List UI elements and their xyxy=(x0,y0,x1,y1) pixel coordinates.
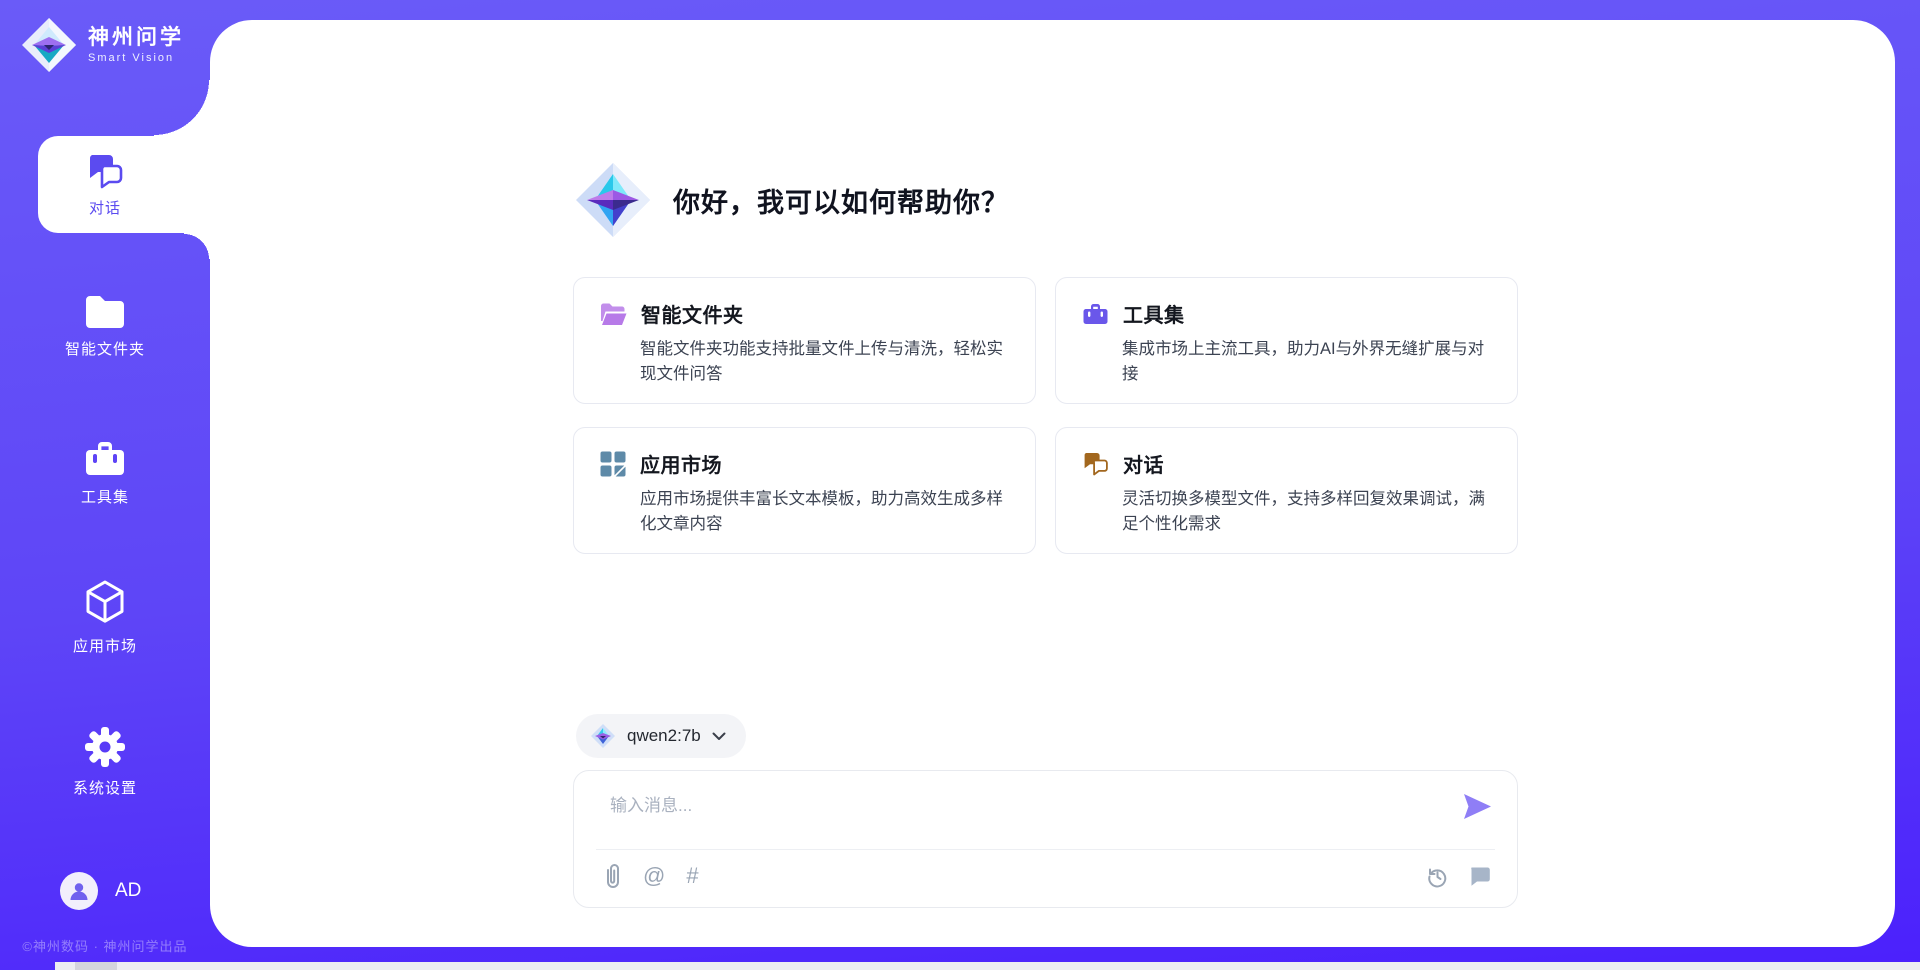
sidebar-item-label: 智能文件夹 xyxy=(65,338,145,359)
app-window: 神州问学 Smart Vision 对话 智能文件夹 工具集 xyxy=(0,0,1920,970)
composer-divider xyxy=(596,849,1495,850)
card-description: 智能文件夹功能支持批量文件上传与清洗，轻松实现文件问答 xyxy=(640,337,1013,387)
tab-fillet-bottom xyxy=(184,233,210,259)
composer-right-tools xyxy=(1426,865,1491,888)
feature-card-chat[interactable]: 对话 灵活切换多模型文件，支持多样回复效果调试，满足个性化需求 xyxy=(1055,427,1518,554)
card-title: 智能文件夹 xyxy=(641,299,744,328)
message-input[interactable] xyxy=(608,787,1452,825)
folder-open-icon xyxy=(600,302,627,326)
gear-icon xyxy=(82,724,128,770)
sidebar-item-label: 工具集 xyxy=(81,486,129,507)
brand-name: 神州问学 xyxy=(88,26,184,49)
scrollbar-thumb[interactable] xyxy=(75,962,117,970)
chat-bubbles-icon xyxy=(1082,451,1109,476)
greeting-title: 你好，我可以如何帮助你？ xyxy=(673,181,1009,220)
sidebar-item-app-market[interactable]: 应用市场 xyxy=(0,578,210,656)
greeting: 你好，我可以如何帮助你？ xyxy=(573,160,1009,240)
model-diamond-icon xyxy=(590,723,616,749)
main-content: 你好，我可以如何帮助你？ 智能文件夹 智能文件夹功能支持批量文件上传与清洗，轻松… xyxy=(210,20,1895,947)
brand-logo: 神州问学 Smart Vision xyxy=(20,16,184,74)
sidebar-item-label: 对话 xyxy=(89,197,121,218)
mention-icon[interactable]: @ xyxy=(643,865,665,887)
user-avatar-icon xyxy=(67,879,91,903)
composer-left-tools: @ # xyxy=(604,863,699,889)
model-name: qwen2:7b xyxy=(627,726,701,746)
brand-text: 神州问学 Smart Vision xyxy=(88,26,184,64)
user-initials: AD xyxy=(115,880,141,902)
sidebar-item-toolset[interactable]: 工具集 xyxy=(0,437,210,507)
conversation-icon xyxy=(1468,866,1491,887)
history-button[interactable] xyxy=(1426,865,1449,888)
feature-card-app-market[interactable]: 应用市场 应用市场提供丰富长文本模板，助力高效生成多样化文章内容 xyxy=(573,427,1036,554)
attachment-icon xyxy=(604,863,622,889)
sidebar-footer: ©神州数码 · 神州问学出品 xyxy=(0,936,210,955)
greeting-diamond-icon xyxy=(573,160,653,240)
feature-card-toolset[interactable]: 工具集 集成市场上主流工具，助力AI与外界无缝扩展与对接 xyxy=(1055,277,1518,404)
brand-subtitle: Smart Vision xyxy=(88,52,184,64)
horizontal-scrollbar[interactable] xyxy=(55,962,1920,970)
feature-card-smart-folder[interactable]: 智能文件夹 智能文件夹功能支持批量文件上传与清洗，轻松实现文件问答 xyxy=(573,277,1036,404)
sidebar-item-label: 应用市场 xyxy=(73,635,137,656)
brand-diamond-icon xyxy=(20,16,78,74)
card-description: 灵活切换多模型文件，支持多样回复效果调试，满足个性化需求 xyxy=(1122,487,1495,537)
card-description: 应用市场提供丰富长文本模板，助力高效生成多样化文章内容 xyxy=(640,487,1013,537)
composer: @ # xyxy=(573,770,1518,908)
card-title: 对话 xyxy=(1123,449,1164,478)
grid-icon xyxy=(600,451,626,477)
avatar xyxy=(60,872,98,910)
toolbox-icon xyxy=(1082,301,1109,326)
sidebar-item-chat[interactable]: 对话 xyxy=(0,150,210,218)
conversation-button[interactable] xyxy=(1468,866,1491,887)
send-icon xyxy=(1462,793,1492,820)
sidebar-item-settings[interactable]: 系统设置 xyxy=(0,724,210,798)
chat-icon xyxy=(84,150,126,190)
model-selector[interactable]: qwen2:7b xyxy=(576,714,746,758)
attachment-button[interactable] xyxy=(604,863,622,889)
user-account[interactable]: AD xyxy=(60,872,141,910)
folder-icon xyxy=(82,293,128,331)
sidebar-item-smart-folder[interactable]: 智能文件夹 xyxy=(0,293,210,359)
card-description: 集成市场上主流工具，助力AI与外界无缝扩展与对接 xyxy=(1122,337,1495,387)
toolbox-icon xyxy=(82,437,128,479)
send-button[interactable] xyxy=(1461,793,1493,823)
tab-fillet-top xyxy=(154,80,210,136)
cube-icon xyxy=(82,578,128,628)
sidebar-item-label: 系统设置 xyxy=(73,777,137,798)
hash-icon[interactable]: # xyxy=(686,865,698,887)
card-title: 应用市场 xyxy=(640,449,722,478)
card-title: 工具集 xyxy=(1123,299,1185,328)
chevron-down-icon xyxy=(712,732,726,741)
history-icon xyxy=(1426,865,1449,888)
